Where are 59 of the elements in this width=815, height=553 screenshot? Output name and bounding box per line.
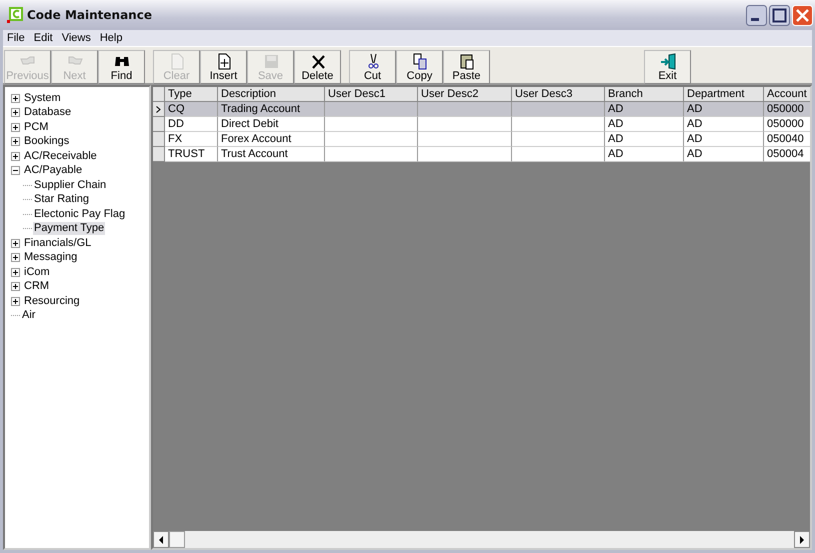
toolbar-button[interactable]: Exit (644, 50, 691, 84)
toolbar-button[interactable]: Insert (200, 50, 247, 84)
table-cell: 050004 (764, 147, 810, 162)
tree-item[interactable]: AC/Receivable (23, 150, 98, 163)
menu-item[interactable]: Views (58, 32, 96, 44)
scroll-left-button[interactable] (153, 531, 169, 548)
tree-item[interactable]: Air (21, 309, 36, 322)
left-arrow-icon (158, 536, 164, 544)
window-title: Code Maintenance (27, 8, 152, 22)
toolbar-button[interactable]: Paste (443, 50, 490, 84)
table-cell: AD (684, 147, 764, 162)
expand-icon[interactable] (11, 152, 20, 161)
tree-item[interactable]: AC/Payable (23, 164, 84, 178)
expand-icon[interactable] (11, 94, 20, 103)
tree-item[interactable]: Resourcing (23, 294, 81, 308)
toolbar-button[interactable]: Copy (396, 50, 443, 84)
expand-icon[interactable] (11, 282, 20, 292)
tree-item[interactable]: Database (23, 106, 72, 120)
menu-item[interactable]: File (3, 32, 30, 44)
expand-icon[interactable] (11, 137, 20, 146)
toolbar-button[interactable]: Delete (294, 50, 341, 84)
menu-item[interactable]: Help (96, 32, 128, 44)
close-button[interactable] (792, 4, 813, 26)
minimize-button[interactable] (746, 4, 767, 26)
maximize-button[interactable] (769, 4, 790, 26)
tree-item[interactable]: CRM (23, 280, 50, 294)
clipboard-icon (458, 53, 476, 70)
table-cell: TRUST (165, 147, 218, 162)
tree-item[interactable]: Payment Type (33, 222, 106, 236)
expand-icon[interactable] (11, 108, 20, 118)
tree-item[interactable]: Star Rating (33, 193, 90, 206)
door-icon (658, 53, 676, 70)
menu-item[interactable]: Edit (30, 32, 58, 44)
table-cell: Trust Account (218, 147, 325, 162)
expand-icon[interactable] (11, 296, 20, 306)
scroll-right-button[interactable] (794, 531, 810, 548)
collapse-icon[interactable] (11, 166, 20, 176)
tree-item[interactable]: Electonic Pay Flag (33, 208, 126, 221)
tree-item[interactable]: PCM (23, 120, 50, 134)
expand-icon[interactable] (11, 122, 20, 132)
horizontal-scrollbar[interactable] (153, 531, 810, 548)
table-cell: AD (605, 147, 684, 162)
tree-item[interactable]: Messaging (23, 251, 78, 264)
tree-item[interactable]: Financials/GL (23, 236, 92, 250)
tree-item[interactable]: System (23, 92, 62, 105)
tree-item[interactable]: Bookings (23, 135, 70, 148)
toolbar-button[interactable]: Find (98, 50, 145, 84)
current-row-icon (156, 106, 161, 112)
tree-item[interactable]: iCom (23, 266, 51, 279)
app-logo-icon (7, 7, 23, 23)
expand-icon[interactable] (11, 238, 20, 248)
row-header[interactable] (153, 102, 165, 117)
scroll-thumb[interactable] (169, 531, 185, 548)
expand-icon[interactable] (11, 268, 20, 277)
tree-item[interactable]: Supplier Chain (33, 178, 108, 192)
toolbar-button[interactable]: Cut (349, 50, 396, 84)
right-arrow-icon (799, 536, 805, 544)
documents-icon (410, 53, 428, 70)
expand-icon[interactable] (11, 253, 20, 262)
